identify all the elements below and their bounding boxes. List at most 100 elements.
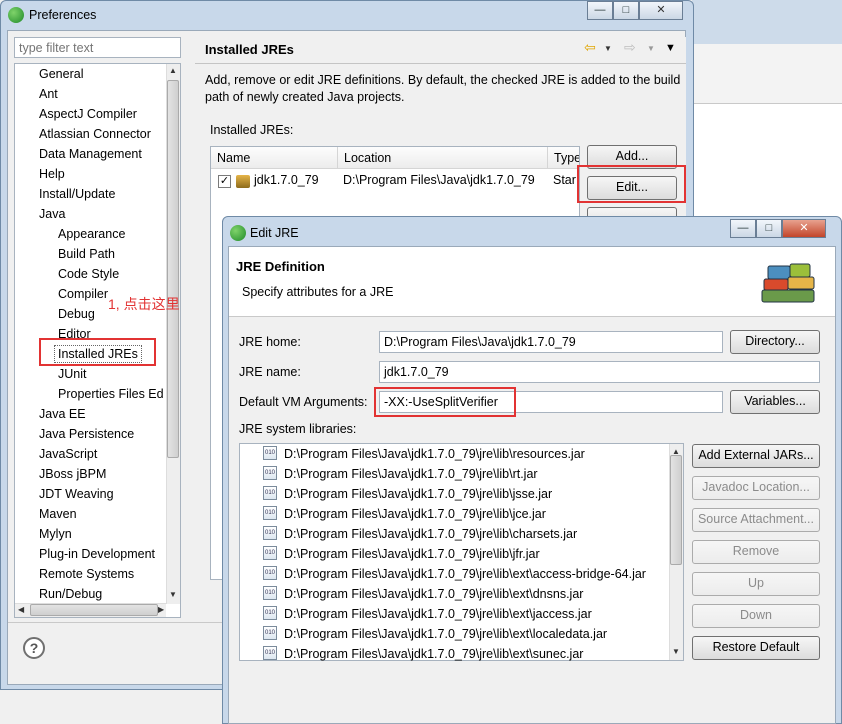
list-item[interactable]: D:\Program Files\Java\jdk1.7.0_79\jre\li… — [284, 606, 592, 622]
books-icon — [761, 263, 815, 303]
minimize-button[interactable]: — — [587, 1, 613, 20]
forward-menu-chevron-icon[interactable]: ▼ — [647, 44, 655, 53]
jar-icon: 010 — [263, 446, 277, 460]
list-item[interactable]: D:\Program Files\Java\jdk1.7.0_79\jre\li… — [284, 586, 583, 602]
dialog-maximize-button[interactable]: □ — [756, 219, 782, 238]
filter-input[interactable] — [14, 37, 181, 58]
list-item[interactable]: D:\Program Files\Java\jdk1.7.0_79\jre\li… — [284, 646, 583, 662]
list-item[interactable]: D:\Program Files\Java\jdk1.7.0_79\jre\li… — [284, 626, 607, 642]
tree-item[interactable]: Help — [39, 166, 65, 182]
dialog-minimize-button[interactable]: — — [730, 219, 756, 238]
dialog-close-button[interactable]: ✕ — [782, 219, 826, 238]
down-button[interactable]: Down — [692, 604, 820, 628]
annotation-text: 1, 点击这里 — [108, 296, 180, 312]
libraries-scroll-down-icon[interactable]: ▼ — [672, 647, 680, 656]
column-header-name[interactable]: Name — [211, 147, 338, 169]
tree-item[interactable]: Remote Systems — [39, 566, 134, 582]
tree-item[interactable]: JDT Weaving — [39, 486, 114, 502]
jar-icon: 010 — [263, 526, 277, 540]
back-menu-chevron-icon[interactable]: ▼ — [604, 44, 612, 53]
tree-item[interactable]: JBoss jBPM — [39, 466, 106, 482]
column-header-type[interactable]: Type — [548, 147, 579, 169]
tree-item[interactable]: General — [39, 66, 83, 82]
list-item[interactable]: D:\Program Files\Java\jdk1.7.0_79\jre\li… — [284, 466, 538, 482]
tree-item[interactable]: Data Management — [39, 146, 142, 162]
column-header-location[interactable]: Location — [338, 147, 548, 169]
back-arrow-icon[interactable]: ⇦ — [584, 39, 596, 56]
jre-home-input[interactable]: D:\Program Files\Java\jdk1.7.0_79 — [379, 331, 723, 353]
libraries-scroll-thumb[interactable] — [670, 455, 682, 565]
tree-item[interactable]: Java — [39, 206, 65, 222]
scroll-down-arrow-icon[interactable]: ▼ — [169, 590, 177, 599]
scroll-left-arrow-icon[interactable]: ◀ — [18, 605, 24, 614]
eclipse-icon — [8, 7, 24, 23]
close-button[interactable]: ✕ — [639, 1, 683, 20]
tree-item[interactable]: JUnit — [58, 366, 86, 382]
list-item[interactable]: D:\Program Files\Java\jdk1.7.0_79\jre\li… — [284, 566, 646, 582]
tree-item[interactable]: Maven — [39, 506, 77, 522]
forward-arrow-icon[interactable]: ⇨ — [624, 39, 636, 56]
add-external-jars-button[interactable]: Add External JARs... — [692, 444, 820, 468]
header-separator — [195, 63, 686, 64]
tree-item[interactable]: Ant — [39, 86, 58, 102]
tree-item[interactable]: Java Persistence — [39, 426, 134, 442]
tree-item[interactable]: Plug-in Development — [39, 546, 155, 562]
jre-checkbox[interactable]: ✓ — [218, 175, 231, 188]
jre-home-label: JRE home: — [239, 335, 301, 349]
directory-button[interactable]: Directory... — [730, 330, 820, 354]
list-item[interactable]: D:\Program Files\Java\jdk1.7.0_79\jre\li… — [284, 526, 577, 542]
jar-icon: 010 — [263, 506, 277, 520]
jre-row-type: Star — [553, 173, 576, 187]
tree-item[interactable]: AspectJ Compiler — [39, 106, 137, 122]
installed-jres-label: Installed JREs: — [210, 123, 294, 137]
preferences-titlebar[interactable]: Preferences — □ ✕ — [0, 0, 692, 30]
page-description: Add, remove or edit JRE definitions. By … — [205, 73, 681, 104]
tree-item[interactable]: Build Path — [58, 246, 115, 262]
list-item[interactable]: D:\Program Files\Java\jdk1.7.0_79\jre\li… — [284, 506, 546, 522]
remove-library-button[interactable]: Remove — [692, 540, 820, 564]
tree-item[interactable]: Properties Files Ed — [58, 386, 164, 402]
up-button[interactable]: Up — [692, 572, 820, 596]
tree-item[interactable]: JavaScript — [39, 446, 97, 462]
tree-item[interactable]: Compiler — [58, 286, 108, 302]
background-toolbar — [692, 44, 842, 104]
tree-item[interactable]: Java EE — [39, 406, 86, 422]
tree-item[interactable]: Mylyn — [39, 526, 72, 542]
tree-item[interactable]: Install/Update — [39, 186, 115, 202]
scroll-up-arrow-icon[interactable]: ▲ — [169, 66, 177, 75]
view-menu-icon[interactable]: ▼ — [665, 42, 676, 54]
maximize-button[interactable]: □ — [613, 1, 639, 20]
tree-scroll-thumb[interactable] — [167, 80, 179, 458]
jre-name-input[interactable]: jdk1.7.0_79 — [379, 361, 820, 383]
javadoc-location-button[interactable]: Javadoc Location... — [692, 476, 820, 500]
tree-item[interactable]: Debug — [58, 306, 95, 322]
edit-jre-titlebar[interactable]: Edit JRE — □ ✕ — [222, 216, 842, 246]
libraries-scroll-up-icon[interactable]: ▲ — [672, 447, 680, 456]
jar-icon: 010 — [263, 486, 277, 500]
background-titlebar — [692, 0, 842, 44]
edit-jre-title: Edit JRE — [250, 226, 299, 240]
tree-hscroll-thumb[interactable] — [30, 604, 158, 616]
variables-button[interactable]: Variables... — [730, 390, 820, 414]
list-item[interactable]: D:\Program Files\Java\jdk1.7.0_79\jre\li… — [284, 546, 540, 562]
vm-arguments-highlight-box — [374, 387, 516, 417]
jar-icon: 010 — [263, 566, 277, 580]
tree-item[interactable]: Run/Debug — [39, 586, 102, 602]
banner-title: JRE Definition — [236, 259, 325, 274]
jre-row-location: D:\Program Files\Java\jdk1.7.0_79 — [343, 173, 535, 187]
restore-default-button[interactable]: Restore Default — [692, 636, 820, 660]
list-item[interactable]: D:\Program Files\Java\jdk1.7.0_79\jre\li… — [284, 446, 585, 462]
installed-jres-highlight-box — [39, 338, 156, 366]
jdk-icon — [236, 175, 250, 188]
tree-item[interactable]: Atlassian Connector — [39, 126, 151, 142]
list-item[interactable]: D:\Program Files\Java\jdk1.7.0_79\jre\li… — [284, 486, 552, 502]
preferences-title: Preferences — [29, 8, 97, 22]
source-attachment-button[interactable]: Source Attachment... — [692, 508, 820, 532]
jre-row-name: jdk1.7.0_79 — [254, 173, 319, 187]
eclipse-icon — [230, 225, 246, 241]
tree-item[interactable]: Code Style — [58, 266, 119, 282]
help-icon[interactable]: ? — [23, 637, 45, 659]
tree-item[interactable]: Appearance — [58, 226, 125, 242]
scroll-right-arrow-icon[interactable]: ▶ — [158, 605, 164, 614]
page-title: Installed JREs — [205, 42, 294, 57]
